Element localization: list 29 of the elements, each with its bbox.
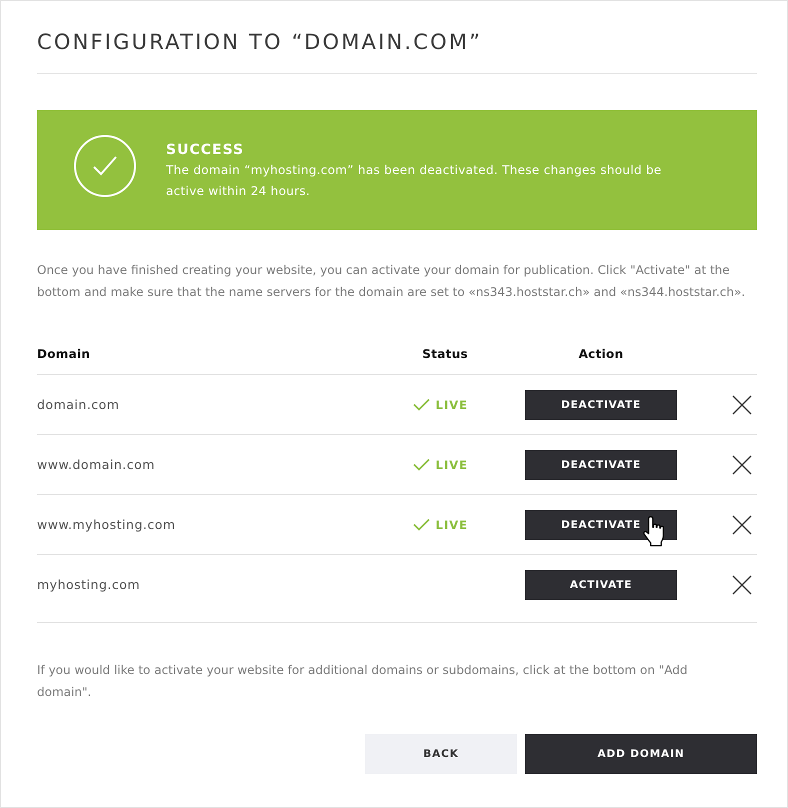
- action-button[interactable]: DEACTIVATE: [525, 510, 677, 540]
- banner-message: The domain “myhosting.com” has been deactivated. These changes should be active within 24 hours.: [166, 162, 663, 200]
- action-button[interactable]: ACTIVATE: [525, 570, 677, 600]
- check-icon: [412, 458, 430, 471]
- domain-name: www.myhosting.com: [37, 517, 176, 532]
- add-domain-button[interactable]: ADD DOMAIN: [525, 734, 757, 774]
- close-icon[interactable]: [732, 394, 752, 414]
- intro-text: Once you have finished creating your website, you can activate your domain for publication. Click "Activate" at the bottom and make sure that the name servers for the domain are set to «ns343.hoststar.ch» and «ns344.hoststar.ch».: [37, 262, 746, 301]
- action-button[interactable]: DEACTIVATE: [525, 450, 677, 480]
- note-text: If you would like to activate your website for additional domains or subdomains, click at the bottom on "Add domain".: [37, 662, 689, 701]
- column-header: Action: [578, 347, 624, 361]
- banner-heading: SUCCESS: [166, 140, 244, 160]
- status-label: LIVE: [436, 458, 468, 472]
- close-icon[interactable]: [732, 514, 752, 534]
- status-label: LIVE: [436, 518, 468, 532]
- page-title: CONFIGURATION TO “DOMAIN.COM”: [37, 29, 484, 56]
- status-label: LIVE: [436, 398, 468, 412]
- domain-name: domain.com: [37, 397, 120, 412]
- back-button[interactable]: BACK: [365, 734, 517, 774]
- domain-name: myhosting.com: [37, 577, 140, 592]
- close-icon[interactable]: [732, 454, 752, 474]
- close-icon[interactable]: [732, 574, 752, 594]
- check-circle-icon: [74, 134, 136, 196]
- check-icon: [412, 518, 430, 531]
- column-header: Domain: [37, 347, 90, 361]
- column-header: Status: [422, 347, 468, 361]
- domain-name: www.domain.com: [37, 457, 155, 472]
- action-button[interactable]: DEACTIVATE: [525, 390, 677, 420]
- check-icon: [412, 398, 430, 411]
